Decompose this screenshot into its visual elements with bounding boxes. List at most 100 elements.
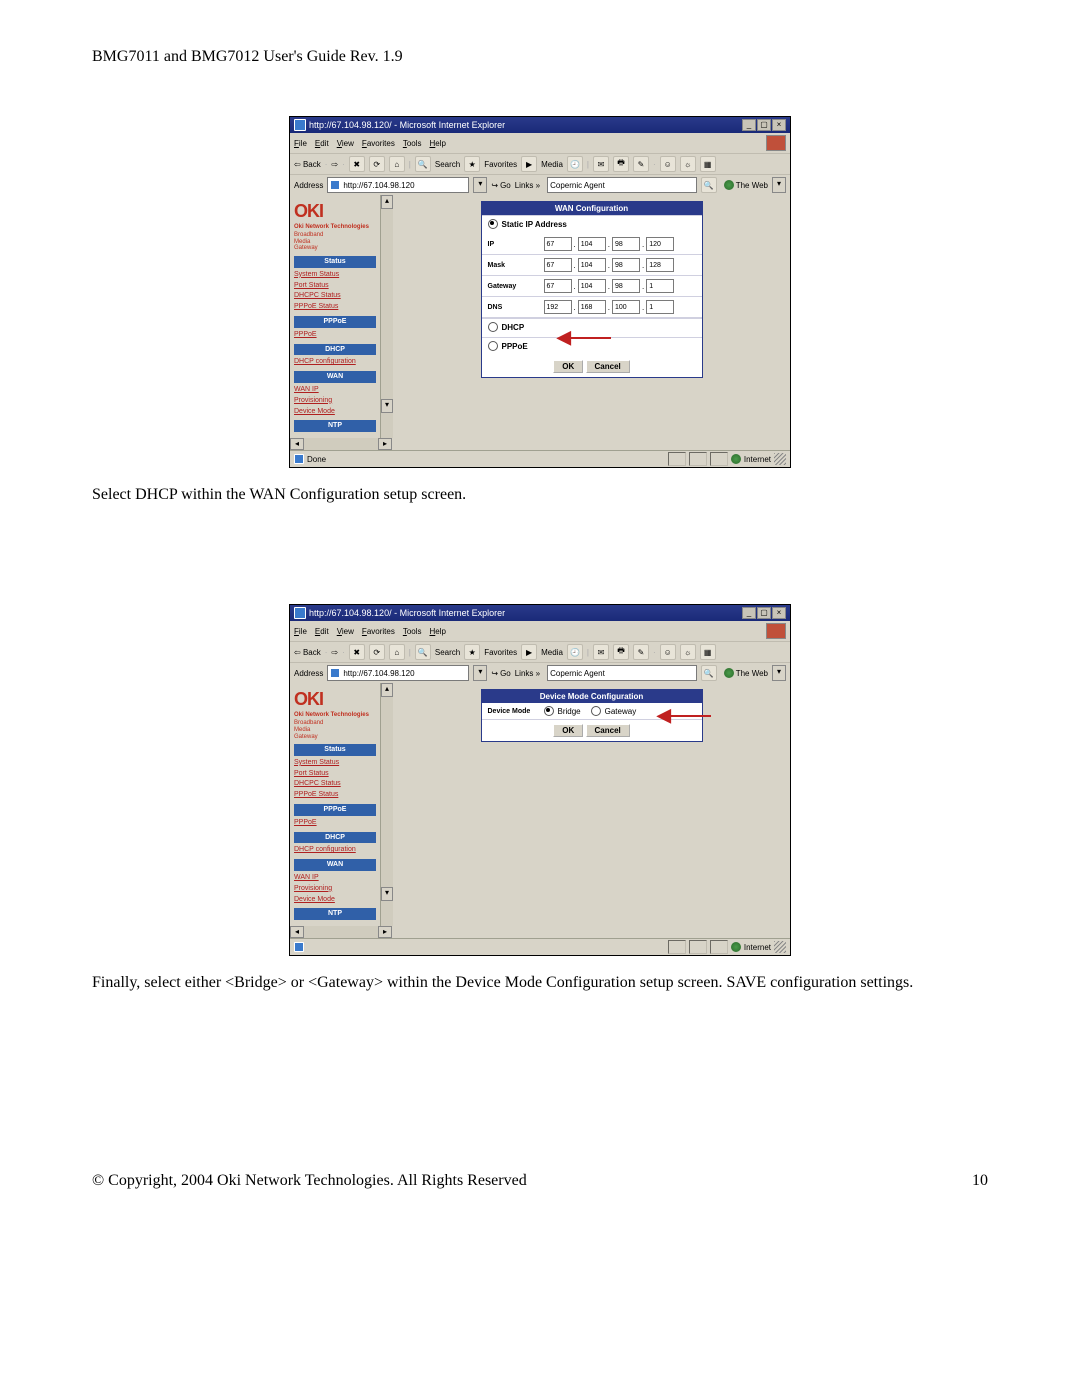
edit-icon[interactable]: ✎ — [633, 644, 649, 660]
nav-dhcp-config[interactable]: DHCP configuration — [294, 845, 376, 855]
nav-port-status[interactable]: Port Status — [294, 769, 376, 779]
media-icon[interactable]: ▶ — [521, 156, 537, 172]
home-icon[interactable]: ⌂ — [389, 156, 405, 172]
menu-file[interactable]: File — [294, 627, 307, 636]
radio-bridge[interactable]: Bridge — [544, 706, 581, 716]
stop-icon[interactable]: ✖ — [349, 644, 365, 660]
ip-oct4[interactable]: 120 — [646, 237, 674, 251]
history-icon[interactable]: 🕘 — [567, 644, 583, 660]
radio-gateway[interactable]: Gateway — [591, 706, 637, 716]
edit-icon[interactable]: ✎ — [633, 156, 649, 172]
sidebar-hscroll[interactable]: ◂▸ — [290, 438, 392, 450]
extra-icon[interactable]: ☼ — [680, 644, 696, 660]
nav-dhcpc-status[interactable]: DHCPC Status — [294, 291, 376, 301]
menu-edit[interactable]: Edit — [315, 139, 329, 148]
search-icon[interactable]: 🔍 — [415, 156, 431, 172]
back-button[interactable]: ⇦ Back — [294, 648, 321, 657]
extra2-icon[interactable]: ▦ — [700, 156, 716, 172]
nav-device-mode[interactable]: Device Mode — [294, 895, 376, 905]
copernic-go-icon[interactable]: 🔍 — [701, 177, 717, 193]
sidebar-vscroll[interactable]: ▴▾ — [380, 195, 393, 438]
the-web-dropdown[interactable]: The Web — [724, 180, 768, 190]
media-label[interactable]: Media — [541, 160, 563, 169]
menu-favorites[interactable]: Favorites — [362, 139, 395, 148]
maximize-button[interactable]: ▢ — [757, 119, 771, 131]
dns-oct3[interactable]: 100 — [612, 300, 640, 314]
sidebar-vscroll[interactable]: ▴▾ — [380, 683, 393, 926]
minimize-button[interactable]: _ — [742, 119, 756, 131]
history-icon[interactable]: 🕘 — [567, 156, 583, 172]
nav-dhcpc-status[interactable]: DHCPC Status — [294, 779, 376, 789]
favorites-label[interactable]: Favorites — [484, 648, 517, 657]
nav-wan-ip[interactable]: WAN IP — [294, 873, 376, 883]
back-button[interactable]: ⇦ Back — [294, 160, 321, 169]
mail-icon[interactable]: ✉ — [593, 644, 609, 660]
print-icon[interactable]: 🖶 — [613, 156, 629, 172]
radio-dhcp[interactable]: DHCP — [488, 322, 525, 332]
the-web-dd[interactable]: ▾ — [772, 665, 786, 681]
cancel-button[interactable]: Cancel — [586, 360, 630, 373]
menu-help[interactable]: Help — [430, 139, 446, 148]
gw-oct4[interactable]: 1 — [646, 279, 674, 293]
minimize-button[interactable]: _ — [742, 607, 756, 619]
menu-favorites[interactable]: Favorites — [362, 627, 395, 636]
cancel-button[interactable]: Cancel — [586, 724, 630, 737]
nav-device-mode[interactable]: Device Mode — [294, 407, 376, 417]
copernic-input[interactable]: Copernic Agent — [547, 177, 697, 193]
links-label[interactable]: Links » — [515, 181, 540, 190]
address-dropdown[interactable]: ▾ — [473, 177, 487, 193]
mask-oct2[interactable]: 104 — [578, 258, 606, 272]
resize-grip[interactable] — [774, 941, 786, 953]
nav-system-status[interactable]: System Status — [294, 270, 376, 280]
nav-pppoe[interactable]: PPPoE — [294, 818, 376, 828]
nav-port-status[interactable]: Port Status — [294, 281, 376, 291]
close-button[interactable]: × — [772, 119, 786, 131]
gw-oct3[interactable]: 98 — [612, 279, 640, 293]
search-label[interactable]: Search — [435, 160, 460, 169]
dns-oct4[interactable]: 1 — [646, 300, 674, 314]
menu-view[interactable]: View — [337, 627, 354, 636]
ip-oct3[interactable]: 98 — [612, 237, 640, 251]
nav-pppoe[interactable]: PPPoE — [294, 330, 376, 340]
forward-button[interactable]: ⇨ — [331, 160, 338, 169]
gw-oct1[interactable]: 67 — [544, 279, 572, 293]
extra2-icon[interactable]: ▦ — [700, 644, 716, 660]
menu-view[interactable]: View — [337, 139, 354, 148]
links-label[interactable]: Links » — [515, 669, 540, 678]
gw-oct2[interactable]: 104 — [578, 279, 606, 293]
ip-oct2[interactable]: 104 — [578, 237, 606, 251]
discuss-icon[interactable]: ☺ — [660, 644, 676, 660]
copernic-input[interactable]: Copernic Agent — [547, 665, 697, 681]
media-label[interactable]: Media — [541, 648, 563, 657]
nav-system-status[interactable]: System Status — [294, 758, 376, 768]
mask-oct4[interactable]: 128 — [646, 258, 674, 272]
menu-help[interactable]: Help — [430, 627, 446, 636]
nav-provisioning[interactable]: Provisioning — [294, 396, 376, 406]
media-icon[interactable]: ▶ — [521, 644, 537, 660]
radio-pppoe[interactable]: PPPoE — [488, 341, 528, 351]
address-dropdown[interactable]: ▾ — [473, 665, 487, 681]
extra-icon[interactable]: ☼ — [680, 156, 696, 172]
mail-icon[interactable]: ✉ — [593, 156, 609, 172]
stop-icon[interactable]: ✖ — [349, 156, 365, 172]
sidebar-hscroll[interactable]: ◂▸ — [290, 926, 392, 938]
go-button[interactable]: ↪Go — [491, 181, 510, 190]
search-icon[interactable]: 🔍 — [415, 644, 431, 660]
nav-pppoe-status[interactable]: PPPoE Status — [294, 302, 376, 312]
search-label[interactable]: Search — [435, 648, 460, 657]
the-web-dropdown[interactable]: The Web — [724, 668, 768, 678]
nav-wan-ip[interactable]: WAN IP — [294, 385, 376, 395]
refresh-icon[interactable]: ⟳ — [369, 156, 385, 172]
close-button[interactable]: × — [772, 607, 786, 619]
refresh-icon[interactable]: ⟳ — [369, 644, 385, 660]
discuss-icon[interactable]: ☺ — [660, 156, 676, 172]
nav-pppoe-status[interactable]: PPPoE Status — [294, 790, 376, 800]
favorites-icon[interactable]: ★ — [464, 644, 480, 660]
maximize-button[interactable]: ▢ — [757, 607, 771, 619]
nav-provisioning[interactable]: Provisioning — [294, 884, 376, 894]
mask-oct1[interactable]: 67 — [544, 258, 572, 272]
favorites-icon[interactable]: ★ — [464, 156, 480, 172]
ok-button[interactable]: OK — [553, 724, 583, 737]
address-input[interactable]: http://67.104.98.120 — [327, 177, 469, 193]
home-icon[interactable]: ⌂ — [389, 644, 405, 660]
